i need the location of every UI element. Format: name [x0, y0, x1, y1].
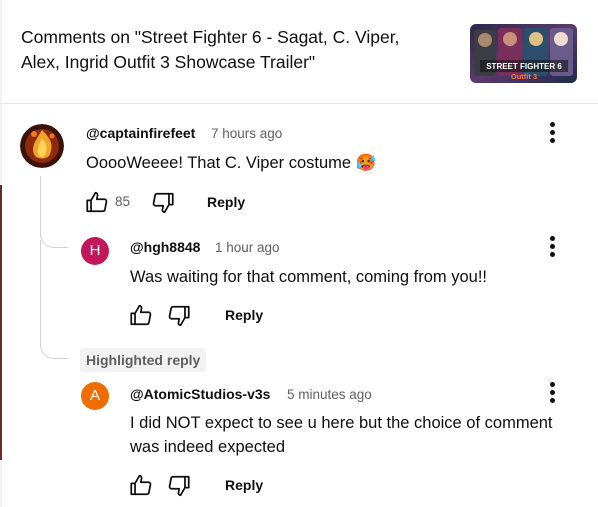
- highlighted-reply-badge: Highlighted reply: [80, 348, 207, 372]
- comment-time[interactable]: 1 hour ago: [215, 240, 280, 255]
- comments-header: Comments on "Street Fighter 6 - Sagat, C…: [0, 0, 598, 104]
- video-thumbnail[interactable]: STREET FIGHTER 6 Outfit 3: [470, 24, 577, 83]
- avatar[interactable]: A: [81, 382, 109, 410]
- comment-author[interactable]: @hgh8848: [130, 239, 200, 255]
- comment-text: OoooWeeee! That C. Viper costume 🥵: [86, 154, 377, 172]
- comment-time[interactable]: 5 minutes ago: [287, 387, 372, 402]
- comment-text: I did NOT expect to see u here but the c…: [130, 414, 553, 456]
- thumbs-up-icon[interactable]: [128, 472, 154, 498]
- comment-author[interactable]: @AtomicStudios-v3s: [130, 386, 270, 402]
- left-edge-accent: [0, 185, 2, 460]
- flame-avatar-icon: [20, 124, 64, 168]
- thumbnail-text-2: Outfit 3: [511, 72, 537, 81]
- more-vert-icon[interactable]: [543, 382, 563, 406]
- comment-time[interactable]: 7 hours ago: [211, 126, 282, 141]
- reply-button[interactable]: Reply: [225, 477, 263, 493]
- reply-button[interactable]: Reply: [207, 194, 245, 210]
- avatar[interactable]: [20, 124, 64, 168]
- thumbs-down-icon[interactable]: [150, 190, 176, 216]
- thumbnail-image: STREET FIGHTER 6 Outfit 3: [470, 24, 577, 83]
- like-count: 85: [115, 194, 131, 209]
- thumbs-down-icon[interactable]: [166, 303, 192, 329]
- reply-button[interactable]: Reply: [225, 307, 263, 323]
- comment-text: Was waiting for that comment, coming fro…: [130, 268, 488, 286]
- thread-line: [40, 240, 41, 340]
- thumbs-up-icon[interactable]: [84, 189, 110, 215]
- thumbnail-text-1: STREET FIGHTER 6: [486, 62, 562, 71]
- more-vert-icon[interactable]: [543, 236, 563, 260]
- more-vert-icon[interactable]: [543, 122, 563, 146]
- avatar[interactable]: H: [81, 237, 109, 265]
- comment-author[interactable]: @captainfirefeet: [86, 125, 195, 141]
- thumbs-down-icon[interactable]: [166, 473, 192, 499]
- thread-connector: [40, 226, 68, 248]
- thumbs-up-icon[interactable]: [128, 302, 154, 328]
- video-title: Comments on "Street Fighter 6 - Sagat, C…: [21, 27, 400, 72]
- thread-connector: [40, 335, 68, 359]
